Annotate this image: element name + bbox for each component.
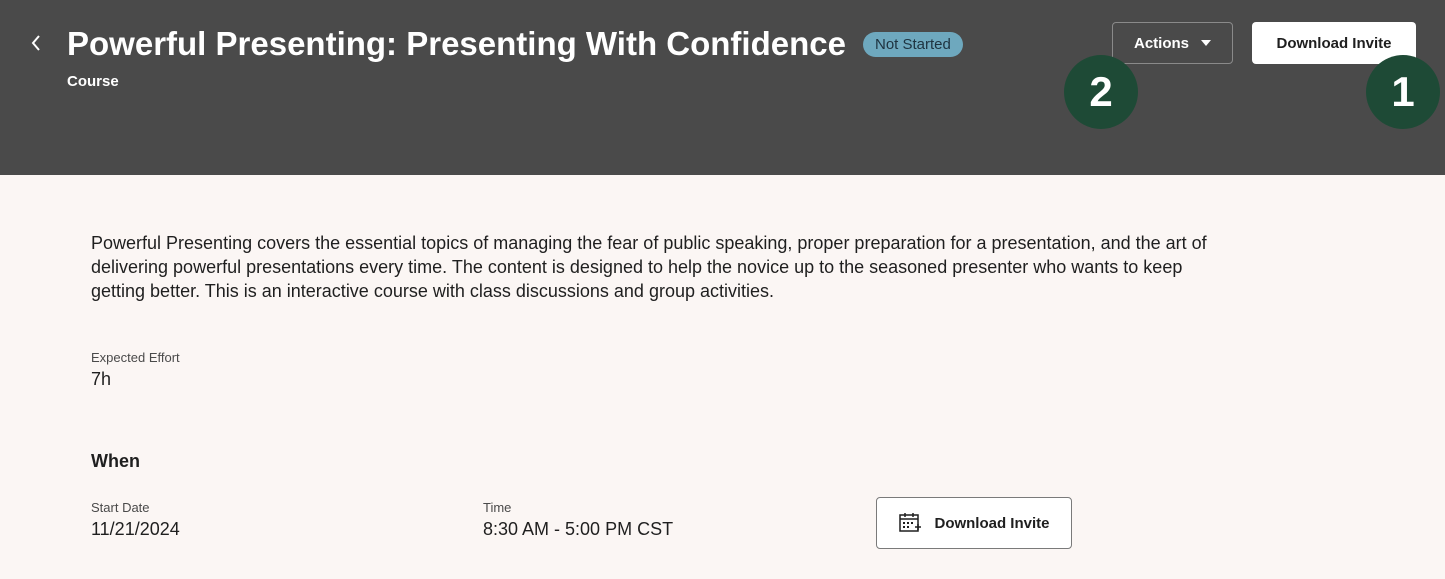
expected-effort-label: Expected Effort	[91, 350, 180, 365]
actions-label: Actions	[1133, 34, 1189, 52]
callout-marker-1: 1	[1366, 55, 1440, 129]
page-header: Powerful Presenting: Presenting With Con…	[0, 0, 1445, 175]
time-value: 8:30 AM - 5:00 PM CST	[483, 519, 674, 539]
download-invite-label: Download Invite	[934, 514, 1050, 532]
back-button[interactable]	[26, 28, 46, 58]
caret-down-icon	[1201, 40, 1211, 46]
page-title: Powerful Presenting: Presenting With Con…	[67, 25, 846, 62]
status-badge: Not Started	[863, 32, 963, 57]
calendar-add-icon	[899, 513, 922, 532]
time-label: Time	[483, 500, 512, 515]
chevron-left-icon	[31, 35, 40, 51]
page-subtitle: Course	[67, 73, 119, 90]
when-heading: When	[91, 451, 140, 471]
callout-marker-2: 2	[1064, 55, 1138, 129]
start-date-value: 11/21/2024	[91, 519, 180, 539]
course-description: Powerful Presenting covers the essential…	[91, 233, 1207, 301]
expected-effort-value: 7h	[91, 369, 112, 389]
download-invite-secondary-button[interactable]: Download Invite	[876, 497, 1072, 549]
actions-menu-button[interactable]: Actions	[1112, 22, 1233, 64]
start-date-label: Start Date	[91, 500, 150, 515]
